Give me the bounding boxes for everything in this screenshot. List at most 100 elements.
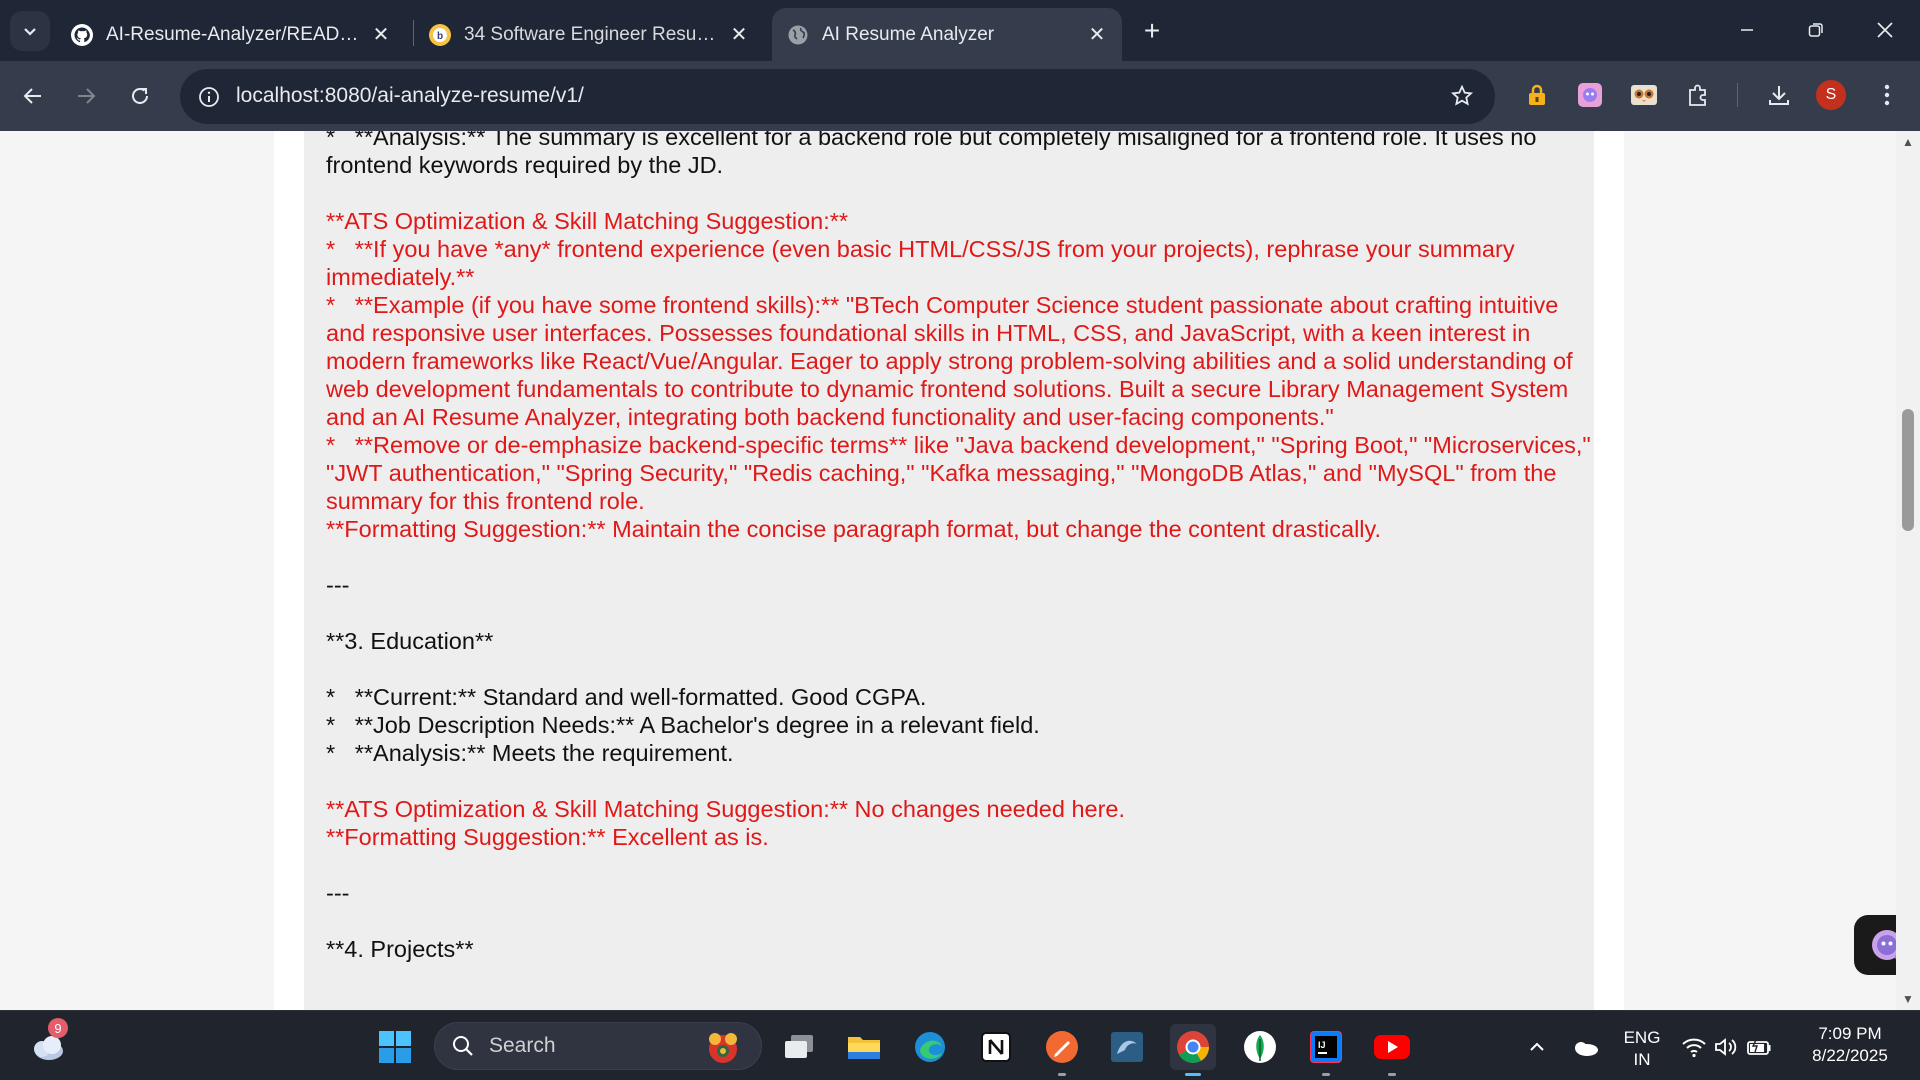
suggestion-line: **Formatting Suggestion:** Excellent as … bbox=[326, 824, 769, 850]
tab-search-button[interactable] bbox=[10, 11, 50, 51]
suggestion-line: * **Example (if you have some frontend s… bbox=[326, 292, 1580, 430]
notion-icon bbox=[981, 1032, 1011, 1062]
search-icon bbox=[453, 1036, 473, 1056]
windows-taskbar: 9 Search IJ ENG IN 7:09 PM 8/22/2025 bbox=[0, 1010, 1920, 1080]
arrow-right-icon bbox=[78, 88, 96, 104]
intellij-icon: IJ bbox=[1310, 1031, 1342, 1063]
url-text[interactable]: localhost:8080/ai-analyze-resume/v1/ bbox=[236, 84, 584, 108]
extensions-puzzle-icon[interactable] bbox=[1681, 78, 1715, 112]
profile-avatar[interactable]: S bbox=[1816, 80, 1846, 110]
svg-text:IJ: IJ bbox=[1318, 1040, 1326, 1050]
task-view-icon bbox=[785, 1035, 813, 1058]
minimize-icon bbox=[1741, 29, 1753, 31]
start-button[interactable] bbox=[372, 1024, 418, 1070]
chrome-app[interactable] bbox=[1170, 1024, 1216, 1076]
suggestion-line: **Formatting Suggestion:** Maintain the … bbox=[326, 516, 1382, 542]
analysis-line: * **Current:** Standard and well-formatt… bbox=[326, 684, 927, 710]
tab-resume-examples[interactable]: b 34 Software Engineer Resume Examples ✕ bbox=[414, 8, 764, 61]
clock-date: 8/22/2025 bbox=[1812, 1046, 1888, 1065]
reload-icon bbox=[132, 87, 148, 104]
address-bar[interactable]: localhost:8080/ai-analyze-resume/v1/ bbox=[180, 69, 1495, 124]
file-explorer-app[interactable] bbox=[841, 1024, 887, 1070]
close-icon bbox=[1877, 22, 1893, 38]
analysis-line: * **Analysis:** The summary is excellent… bbox=[326, 131, 1543, 178]
show-hidden-icons-button[interactable] bbox=[1514, 1024, 1560, 1070]
minimize-button[interactable] bbox=[1717, 8, 1777, 52]
draw-app[interactable] bbox=[1039, 1024, 1085, 1076]
analysis-text: * **Analysis:** The summary is excellent… bbox=[326, 131, 1596, 963]
onedrive-tray[interactable] bbox=[1562, 1024, 1608, 1070]
quick-settings-tray[interactable] bbox=[1672, 1024, 1782, 1070]
input-language[interactable]: ENG IN bbox=[1620, 1027, 1664, 1071]
back-button[interactable] bbox=[13, 76, 53, 116]
suggestion-line: **ATS Optimization & Skill Matching Sugg… bbox=[326, 796, 1126, 822]
taskbar-search-box[interactable]: Search bbox=[434, 1022, 762, 1070]
scrollbar-thumb[interactable] bbox=[1902, 409, 1914, 531]
suggestion-line: **ATS Optimization & Skill Matching Sugg… bbox=[326, 208, 849, 234]
windows-logo-icon bbox=[379, 1031, 411, 1063]
intellij-app[interactable]: IJ bbox=[1303, 1024, 1349, 1076]
reload-button[interactable] bbox=[120, 76, 160, 116]
notification-badge: 9 bbox=[48, 1018, 68, 1038]
onedrive-cloud-icon bbox=[1575, 1042, 1598, 1056]
new-tab-button[interactable]: + bbox=[1135, 14, 1169, 48]
battery-icon bbox=[1747, 1037, 1771, 1055]
tab-title: 34 Software Engineer Resume Examples bbox=[464, 23, 718, 45]
forward-button[interactable] bbox=[66, 76, 106, 116]
wifi-icon bbox=[1682, 1038, 1706, 1058]
language-code: ENG bbox=[1623, 1028, 1661, 1047]
mongodb-compass-app[interactable] bbox=[1237, 1024, 1283, 1070]
globe-icon bbox=[786, 23, 810, 47]
youtube-app[interactable] bbox=[1369, 1024, 1415, 1076]
mysql-workbench-app[interactable] bbox=[1104, 1024, 1150, 1070]
vertical-scrollbar[interactable]: ▲ ▼ bbox=[1896, 131, 1920, 1010]
analysis-line: --- bbox=[326, 572, 350, 598]
system-clock[interactable]: 7:09 PM 8/22/2025 bbox=[1800, 1023, 1900, 1067]
site-info-icon[interactable] bbox=[194, 82, 224, 112]
search-highlight-icon bbox=[709, 1033, 737, 1063]
scroll-down-arrow-icon[interactable]: ▼ bbox=[1900, 991, 1916, 1007]
password-extension-icon[interactable] bbox=[1520, 78, 1554, 112]
ai-extension-icon[interactable] bbox=[1573, 78, 1607, 112]
edge-browser-app[interactable] bbox=[907, 1024, 953, 1070]
analysis-line: **4. Projects** bbox=[326, 936, 474, 962]
search-placeholder: Search bbox=[489, 1034, 556, 1057]
close-tab-icon[interactable]: ✕ bbox=[728, 24, 750, 46]
dolphin-icon bbox=[1111, 1032, 1143, 1062]
analysis-line: * **Job Description Needs:** A Bachelor'… bbox=[326, 712, 1040, 738]
volume-icon bbox=[1715, 1038, 1737, 1056]
clock-time: 7:09 PM bbox=[1818, 1024, 1882, 1043]
restore-button[interactable] bbox=[1786, 8, 1846, 52]
profile-initial: S bbox=[1825, 86, 1837, 103]
close-window-button[interactable] bbox=[1855, 8, 1915, 52]
tab-github-readme[interactable]: AI-Resume-Analyzer/README.md ✕ bbox=[56, 8, 406, 61]
close-tab-icon[interactable]: ✕ bbox=[1086, 24, 1108, 46]
tab-strip: AI-Resume-Analyzer/README.md ✕ b 34 Soft… bbox=[0, 0, 1920, 61]
running-indicator bbox=[1058, 1073, 1066, 1076]
bookmark-star-icon[interactable] bbox=[1447, 81, 1477, 111]
scroll-up-arrow-icon[interactable]: ▲ bbox=[1900, 134, 1916, 150]
tab-ai-resume-analyzer[interactable]: AI Resume Analyzer ✕ bbox=[772, 8, 1122, 61]
owl-extension-icon[interactable] bbox=[1627, 78, 1661, 112]
weather-widget[interactable]: 9 bbox=[24, 1018, 70, 1070]
active-indicator bbox=[1185, 1073, 1201, 1076]
task-view-button[interactable] bbox=[776, 1024, 822, 1070]
pen-icon bbox=[1046, 1031, 1078, 1063]
suggestion-line: * **If you have *any* frontend experienc… bbox=[326, 236, 1522, 290]
tab-title: AI-Resume-Analyzer/README.md bbox=[106, 23, 360, 45]
chrome-icon bbox=[1177, 1031, 1209, 1063]
suggestion-line: * **Remove or de-emphasize backend-speci… bbox=[326, 432, 1598, 514]
downloads-icon[interactable] bbox=[1762, 78, 1796, 112]
browser-menu-icon[interactable] bbox=[1870, 78, 1904, 112]
chevron-up-icon bbox=[1530, 1042, 1544, 1051]
close-tab-icon[interactable]: ✕ bbox=[370, 24, 392, 46]
arrow-left-icon bbox=[23, 88, 41, 104]
notion-app[interactable] bbox=[973, 1024, 1019, 1070]
site-icon: b bbox=[428, 23, 452, 47]
page-viewport: * **Analysis:** The summary is excellent… bbox=[0, 131, 1920, 1010]
